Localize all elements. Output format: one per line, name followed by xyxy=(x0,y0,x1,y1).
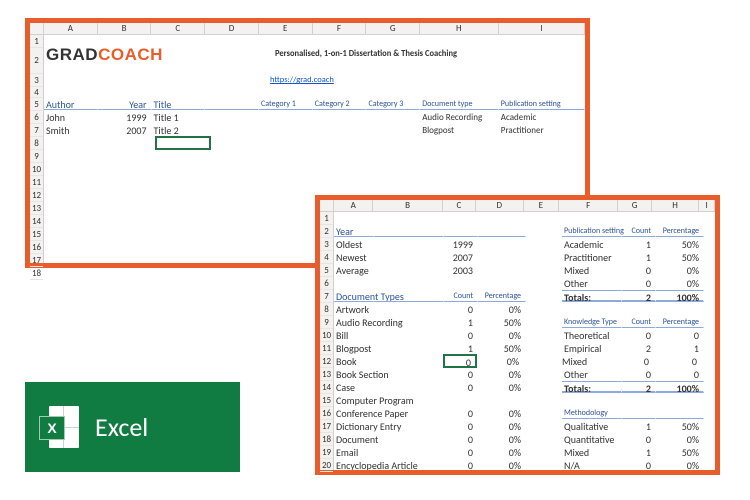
table-row[interactable]: John1999Title 1Audio RecordingAcademic xyxy=(44,111,585,124)
col-cat2[interactable]: Category 2 xyxy=(313,98,367,110)
gradcoach-link[interactable]: https://grad.coach xyxy=(268,74,468,86)
col-pubset[interactable]: Publication setting xyxy=(499,98,585,110)
table-row[interactable]: YearPublication settingCountPercentage xyxy=(334,225,715,238)
table-row[interactable]: Newest2007Practitioner150% xyxy=(334,251,715,264)
column-headers[interactable]: ABCDEFGHI xyxy=(334,200,715,212)
gradcoach-logo: GRADCOACH xyxy=(44,48,100,73)
table-row[interactable]: Document TypesCountPercentageTotals:2100… xyxy=(334,290,715,303)
col-year[interactable]: Year xyxy=(98,98,152,110)
table-row[interactable]: Dictionary Entry00%Qualitative150% xyxy=(334,420,715,433)
col-cat1[interactable]: Category 1 xyxy=(259,98,313,110)
tagline: Personalised, 1-on-1 Dissertation & Thes… xyxy=(273,48,573,73)
row-headers[interactable]: 1234567891011121314151617181920 xyxy=(320,212,334,470)
col-doctype[interactable]: Document type xyxy=(420,98,499,110)
table-row[interactable]: Book Section00%Other00 xyxy=(334,368,715,381)
row-headers[interactable]: 123456789101112131415161718 xyxy=(30,35,44,263)
column-headers[interactable]: ABCDEFGHI xyxy=(44,23,585,35)
table-row[interactable]: Audio Recording150%Knowledge TypeCountPe… xyxy=(334,316,715,329)
table-row[interactable]: Blogpost150%Empirical21 xyxy=(334,342,715,355)
table-row[interactable]: Book00%Mixed00 xyxy=(334,355,715,368)
col-author[interactable]: Author xyxy=(44,98,98,110)
table-row[interactable]: Bill00%Theoretical00 xyxy=(334,329,715,342)
col-title[interactable]: Title xyxy=(152,98,206,110)
table-row[interactable]: Smith2007Title 2BlogpostPractitioner xyxy=(44,124,585,137)
table-row[interactable]: Case00%Totals:2100% xyxy=(334,381,715,394)
sheet-corner[interactable] xyxy=(320,200,334,212)
table-row[interactable]: Email00%Mixed150% xyxy=(334,446,715,459)
spreadsheet-panel-bottom: ABCDEFGHI 123456789101112131415161718192… xyxy=(315,195,720,475)
table-row[interactable]: Other00% xyxy=(334,277,715,290)
table-row[interactable]: Artwork00% xyxy=(334,303,715,316)
table-row[interactable] xyxy=(334,212,715,225)
table-row[interactable]: Oldest1999Academic150% xyxy=(334,238,715,251)
table-row[interactable]: Conference Paper00%Methodology xyxy=(334,407,715,420)
excel-logo-tile: X Excel xyxy=(25,382,240,472)
table-row[interactable]: Document00%Quantitative00% xyxy=(334,433,715,446)
active-cell-c8[interactable] xyxy=(155,136,211,150)
excel-icon: X xyxy=(39,404,85,450)
col-cat3[interactable]: Category 3 xyxy=(366,98,420,110)
table-row[interactable]: Encyclopedia Article00%N/A00% xyxy=(334,459,715,470)
table-row[interactable]: Computer Program xyxy=(334,394,715,407)
excel-label: Excel xyxy=(95,411,148,443)
table-row[interactable]: Average2003Mixed00% xyxy=(334,264,715,277)
sheet-corner[interactable] xyxy=(30,23,44,35)
